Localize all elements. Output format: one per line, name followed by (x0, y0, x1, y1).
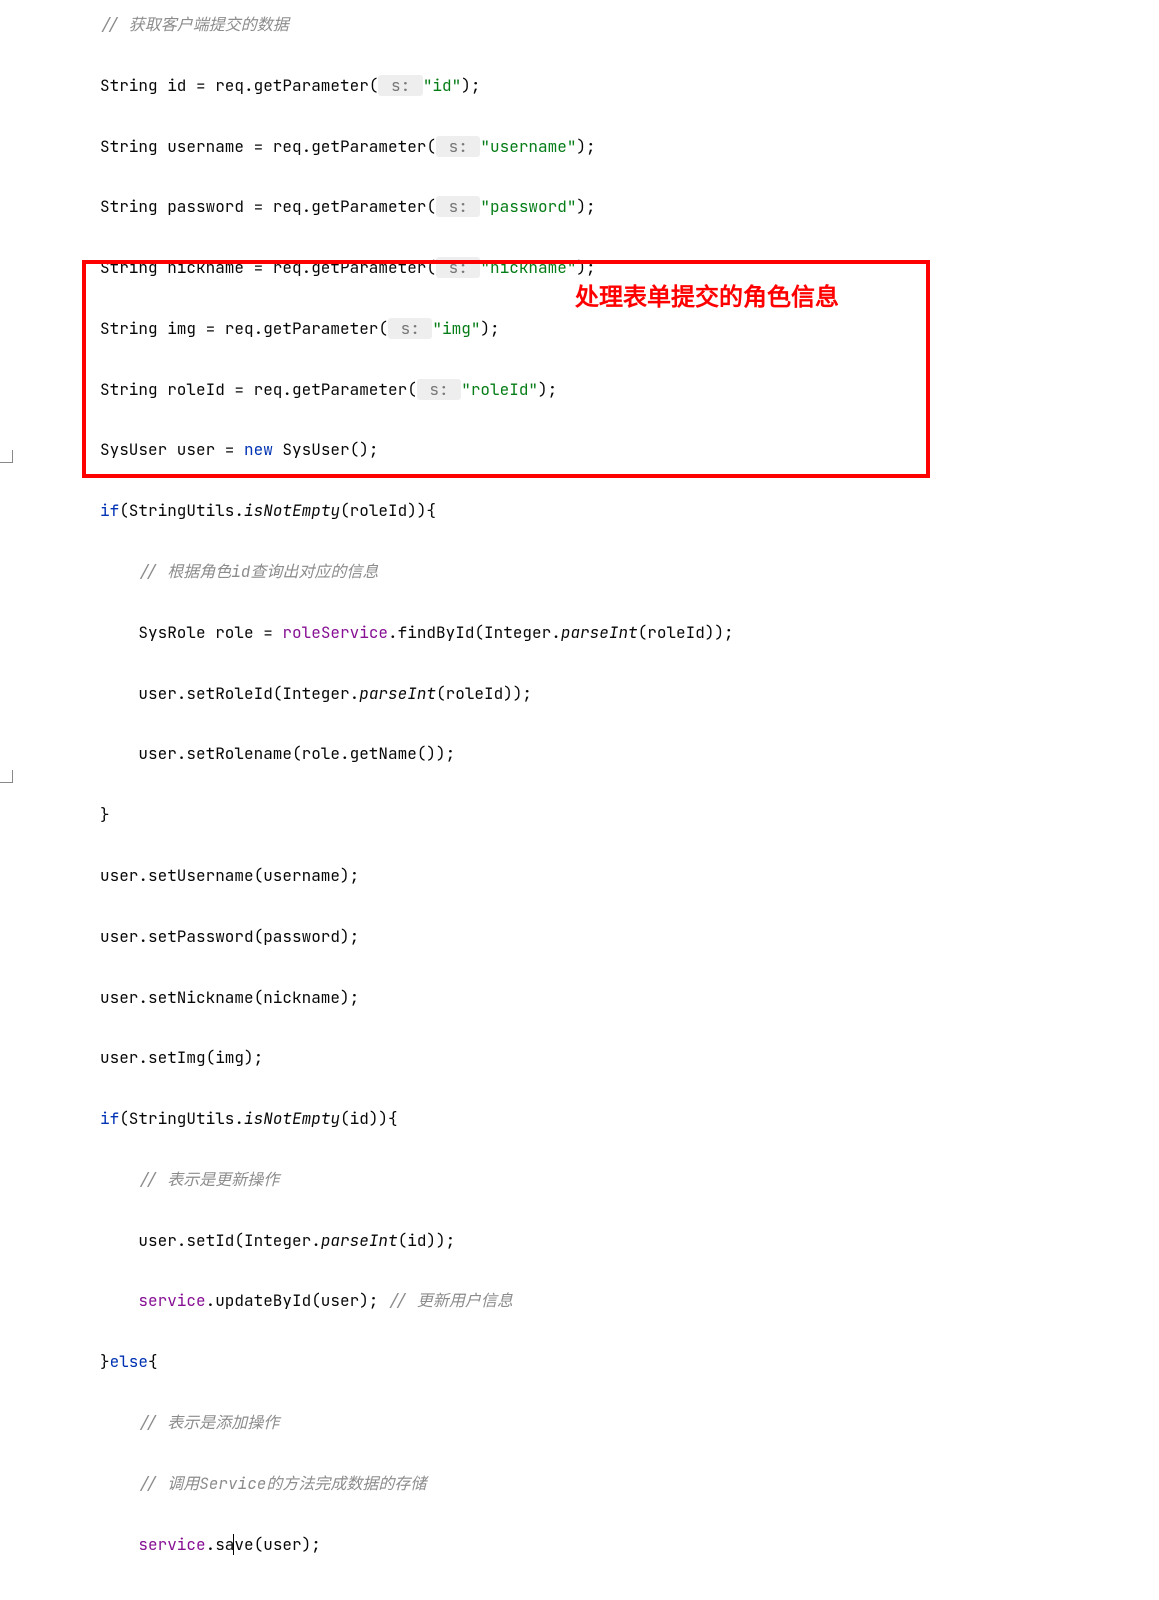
param-hint: s: (388, 318, 432, 339)
code-line: user.setImg(img); (40, 1043, 1159, 1073)
gutter (0, 0, 22, 1600)
code-line: // 调用Service的方法完成数据的存储 (40, 1469, 1159, 1499)
code-line: String roleId = req.getParameter( s: "ro… (40, 375, 1159, 405)
code-line: String username = req.getParameter( s: "… (40, 132, 1159, 162)
code-line: String id = req.getParameter( s: "id"); (40, 71, 1159, 101)
code-line: user.setId(Integer.parseInt(id)); (40, 1226, 1159, 1256)
code-line: if(StringUtils.isNotEmpty(id)){ (40, 1104, 1159, 1134)
code-line: // 根据角色id查询出对应的信息 (40, 557, 1159, 587)
comment: // 获取客户端提交的数据 (100, 14, 289, 35)
param-hint: s: (436, 257, 480, 278)
param-hint: s: (436, 196, 480, 217)
code-line: user.setRoleId(Integer.parseInt(roleId))… (40, 679, 1159, 709)
param-hint: s: (378, 75, 422, 96)
code-line: if(StringUtils.isNotEmpty(roleId)){ (40, 496, 1159, 526)
code-line: user.setUsername(username); (40, 861, 1159, 891)
code-line: user.setPassword(password); (40, 922, 1159, 952)
code-line: String password = req.getParameter( s: "… (40, 192, 1159, 222)
param-hint: s: (436, 136, 480, 157)
code-line: // 表示是添加操作 (40, 1408, 1159, 1438)
param-hint: s: (417, 379, 461, 400)
code-line: service.save(user); (40, 1530, 1159, 1560)
comment: // 表示是添加操作 (138, 1412, 279, 1433)
annotation-text: 处理表单提交的角色信息 (575, 275, 839, 321)
comment: // 更新用户信息 (388, 1290, 513, 1311)
comment: // 根据角色id查询出对应的信息 (138, 561, 378, 582)
comment: // 调用Service的方法完成数据的存储 (138, 1473, 426, 1494)
code-line: SysUser user = new SysUser(); (40, 435, 1159, 465)
fold-handle[interactable] (0, 450, 13, 463)
code-line: }else{ (40, 1347, 1159, 1377)
code-line: user.setRolename(role.getName()); (40, 739, 1159, 769)
comment: // 表示是更新操作 (138, 1169, 279, 1190)
code-line: user.setNickname(nickname); (40, 983, 1159, 1013)
code-line: } (40, 800, 1159, 830)
code-editor[interactable]: // 获取客户端提交的数据 String id = req.getParamet… (0, 0, 1159, 1600)
code-line: SysRole role = roleService.findById(Inte… (40, 618, 1159, 648)
code-line: // 表示是更新操作 (40, 1165, 1159, 1195)
code-line: // 获取客户端提交的数据 (40, 10, 1159, 40)
code-line: service.updateById(user); // 更新用户信息 (40, 1286, 1159, 1316)
code-block[interactable]: // 获取客户端提交的数据 String id = req.getParamet… (40, 10, 1159, 1590)
fold-handle[interactable] (0, 770, 13, 783)
